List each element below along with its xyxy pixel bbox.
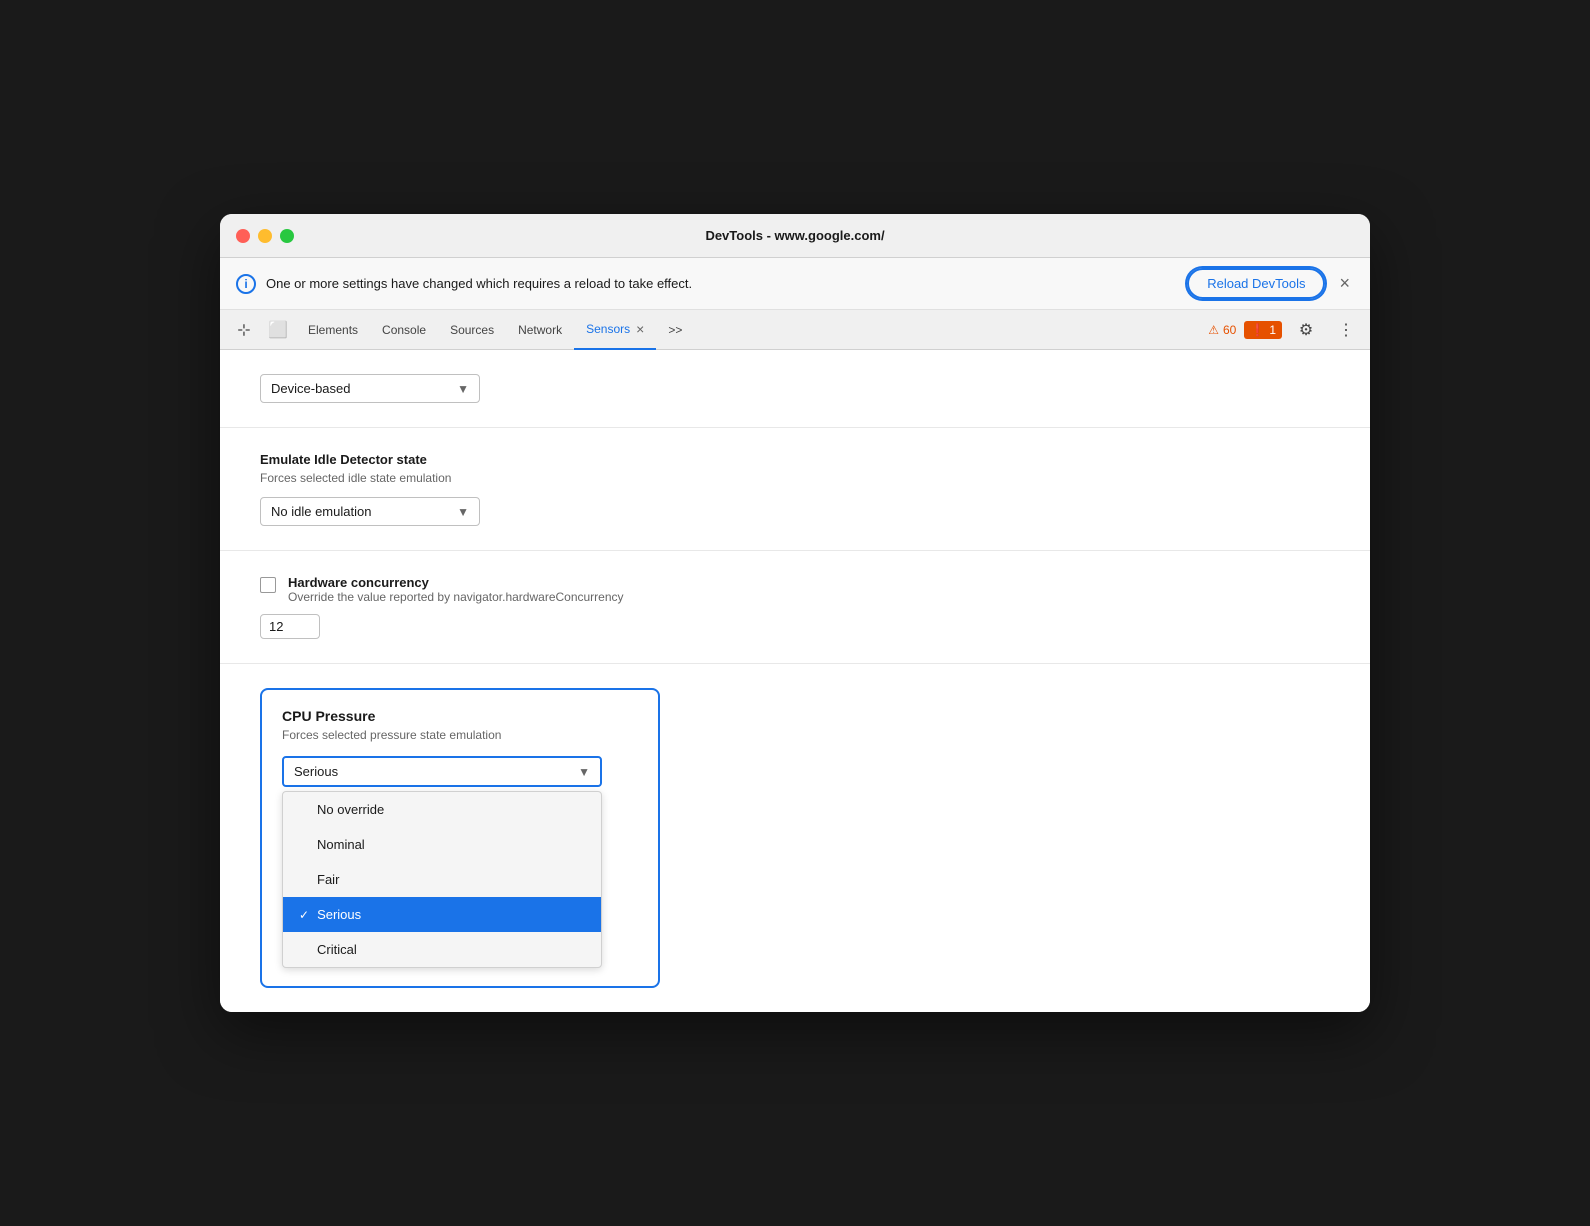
window-title: DevTools - www.google.com/: [705, 228, 884, 243]
option-critical[interactable]: Critical: [283, 932, 601, 967]
cpu-pressure-box: CPU Pressure Forces selected pressure st…: [260, 688, 660, 988]
idle-emulation-dropdown[interactable]: No idle emulation ▼: [260, 497, 480, 526]
error-icon: ❗: [1250, 323, 1265, 337]
idle-detector-desc: Forces selected idle state emulation: [260, 471, 1330, 485]
checkmark-icon: [299, 873, 309, 887]
more-tabs-button[interactable]: >>: [656, 310, 694, 350]
notification-text: One or more settings have changed which …: [266, 276, 1177, 291]
hardware-concurrency-label: Hardware concurrency: [288, 575, 624, 590]
warnings-badge[interactable]: ⚠ 60: [1208, 323, 1236, 337]
cpu-pressure-section: CPU Pressure Forces selected pressure st…: [220, 664, 1370, 1012]
chevron-down-icon: ▼: [578, 765, 590, 779]
hardware-concurrency-checkbox[interactable]: [260, 577, 276, 593]
titlebar: DevTools - www.google.com/: [220, 214, 1370, 258]
hardware-concurrency-text: Hardware concurrency Override the value …: [288, 575, 624, 604]
maximize-button[interactable]: [280, 229, 294, 243]
settings-icon[interactable]: ⚙: [1290, 314, 1322, 346]
device-based-section: Device-based ▼: [220, 350, 1370, 428]
tab-sensors[interactable]: Sensors ×: [574, 310, 656, 350]
select-element-icon[interactable]: ⊹: [228, 314, 260, 346]
checkmark-selected-icon: ✓: [299, 908, 309, 922]
checkmark-icon: [299, 943, 309, 957]
close-notification-button[interactable]: ×: [1335, 273, 1354, 294]
hardware-concurrency-section: Hardware concurrency Override the value …: [220, 551, 1370, 664]
chevron-down-icon: ▼: [457, 382, 469, 396]
option-nominal[interactable]: Nominal: [283, 827, 601, 862]
traffic-lights: [236, 229, 294, 243]
close-button[interactable]: [236, 229, 250, 243]
option-serious[interactable]: ✓ Serious: [283, 897, 601, 932]
option-no-override[interactable]: No override: [283, 792, 601, 827]
hardware-concurrency-desc: Override the value reported by navigator…: [288, 590, 624, 604]
option-fair[interactable]: Fair: [283, 862, 601, 897]
device-toolbar-icon[interactable]: ⬜: [262, 314, 294, 346]
errors-badge[interactable]: ❗ 1: [1244, 321, 1282, 339]
tab-console[interactable]: Console: [370, 310, 438, 350]
cpu-pressure-label: CPU Pressure: [282, 708, 638, 724]
devtools-window: DevTools - www.google.com/ i One or more…: [220, 214, 1370, 1012]
device-based-dropdown[interactable]: Device-based ▼: [260, 374, 480, 403]
toolbar-right: ⚠ 60 ❗ 1 ⚙ ⋮: [1208, 314, 1362, 346]
tab-sources[interactable]: Sources: [438, 310, 506, 350]
more-options-icon[interactable]: ⋮: [1330, 314, 1362, 346]
toolbar: ⊹ ⬜ Elements Console Sources Network Sen…: [220, 310, 1370, 350]
chevron-down-icon: ▼: [457, 505, 469, 519]
tab-network[interactable]: Network: [506, 310, 574, 350]
cpu-pressure-menu: No override Nominal Fair ✓ Serious: [282, 791, 602, 968]
idle-detector-label: Emulate Idle Detector state: [260, 452, 1330, 467]
tab-elements[interactable]: Elements: [296, 310, 370, 350]
cpu-pressure-desc: Forces selected pressure state emulation: [282, 728, 638, 742]
minimize-button[interactable]: [258, 229, 272, 243]
notification-bar: i One or more settings have changed whic…: [220, 258, 1370, 310]
info-icon: i: [236, 274, 256, 294]
hardware-concurrency-input[interactable]: [260, 614, 320, 639]
idle-detector-section: Emulate Idle Detector state Forces selec…: [220, 428, 1370, 551]
checkmark-icon: [299, 838, 309, 852]
tab-list: Elements Console Sources Network Sensors…: [296, 310, 1206, 350]
tab-sensors-close[interactable]: ×: [636, 321, 644, 337]
reload-devtools-button[interactable]: Reload DevTools: [1187, 268, 1325, 299]
content: Device-based ▼ Emulate Idle Detector sta…: [220, 350, 1370, 1012]
checkmark-icon: [299, 803, 309, 817]
warning-triangle-icon: ⚠: [1208, 323, 1219, 337]
cpu-pressure-dropdown[interactable]: Serious ▼: [282, 756, 602, 787]
hardware-row: Hardware concurrency Override the value …: [260, 575, 1330, 604]
